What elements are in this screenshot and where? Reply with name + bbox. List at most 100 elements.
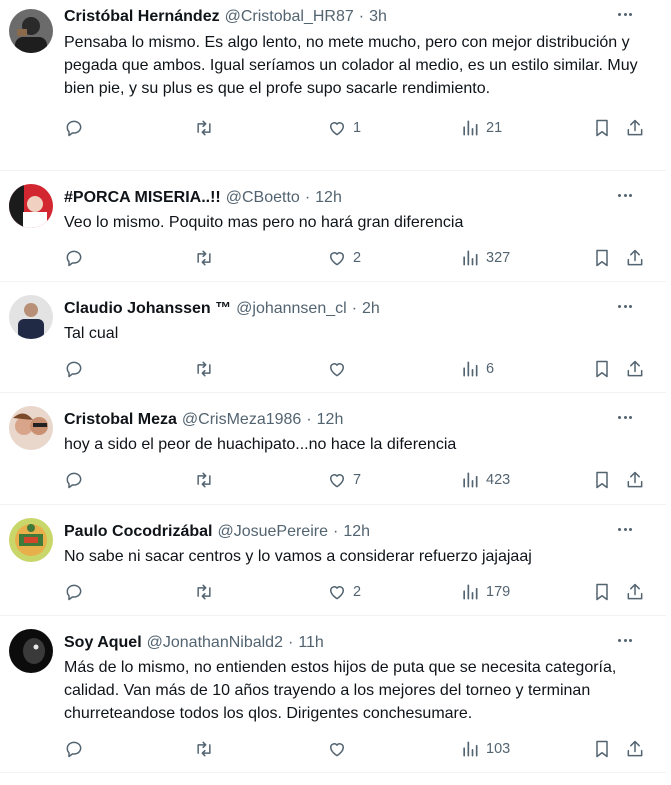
like-button[interactable] [327,737,353,761]
view-count: 21 [486,120,503,136]
tweet-text: Veo lo mismo. Poquito mas pero no hará g… [64,214,464,231]
avatar[interactable] [9,406,53,450]
user-handle[interactable]: @JosuePereire [217,523,328,541]
views-icon [463,472,478,488]
retweet-button[interactable] [194,246,220,270]
separator-dot: · [358,8,365,25]
more-icon[interactable] [614,296,636,316]
reply-icon [66,472,82,489]
more-icon[interactable] [614,4,636,24]
retweet-button[interactable] [194,468,220,492]
reply-tweet[interactable]: Paulo Cocodrizábal @JosuePereire · 12h N… [0,505,666,616]
like-icon [330,363,344,377]
timestamp[interactable]: 2h [362,300,380,318]
retweet-button[interactable] [194,580,220,604]
bookmark-button[interactable] [592,246,612,270]
retweet-button[interactable] [194,116,220,140]
reply-tweet[interactable]: #PORCA MISERIA..!! @CBoetto · 12h Veo lo… [0,171,666,282]
more-icon[interactable] [614,185,636,205]
reply-tweet[interactable]: Cristobal Meza @CrisMeza1986 · 12h hoy a… [0,393,666,505]
reply-button[interactable] [64,468,90,492]
views-icon [463,250,478,266]
like-button[interactable]: 2 [327,580,361,604]
retweet-icon [197,120,211,136]
share-button[interactable] [625,580,645,604]
bookmark-icon [596,471,608,489]
reply-icon [66,250,82,267]
tweet-text: Pensaba lo mismo. Es algo lento, no mete… [64,34,638,97]
bookmark-button[interactable] [592,357,612,381]
more-icon[interactable] [614,630,636,650]
tweet-header: Soy Aquel @JonathanNibald2 · 11h [64,616,656,656]
views-icon [463,120,478,136]
like-button[interactable] [327,357,353,381]
bookmark-button[interactable] [592,468,612,492]
views-button[interactable]: 179 [460,580,510,604]
reply-tweet[interactable]: Soy Aquel @JonathanNibald2 · 11h Más de … [0,616,666,773]
bookmark-button[interactable] [592,116,612,140]
display-name[interactable]: Paulo Cocodrizábal [64,523,212,541]
reply-tweet[interactable]: Claudio Johanssen ™ @johannsen_cl · 2h T… [0,282,666,393]
reply-button[interactable] [64,357,90,381]
user-handle[interactable]: @CBoetto [226,189,300,207]
views-button[interactable]: 6 [460,357,494,381]
more-icon[interactable] [614,519,636,539]
views-button[interactable]: 423 [460,468,510,492]
reply-tweet[interactable]: Cristóbal Hernández @Cristobal_HR87 · 3h… [0,0,666,171]
user-handle[interactable]: @JonathanNibald2 [147,634,283,652]
bookmark-button[interactable] [592,580,612,604]
user-handle[interactable]: @CrisMeza1986 [182,411,301,429]
like-button[interactable]: 1 [327,116,361,140]
avatar[interactable] [9,184,53,228]
timestamp[interactable]: 12h [315,189,342,207]
action-bar: 1 21 [64,106,656,150]
display-name[interactable]: Claudio Johanssen ™ [64,300,231,318]
tweet-text: Tal cual [64,325,119,342]
bookmark-icon [596,119,608,137]
bookmark-icon [596,360,608,378]
reply-button[interactable] [64,580,90,604]
reply-button[interactable] [64,246,90,270]
retweet-button[interactable] [194,737,220,761]
user-handle[interactable]: @Cristobal_HR87 [225,8,354,26]
action-bar: 7 423 [64,458,656,502]
share-button[interactable] [625,357,645,381]
display-name[interactable]: #PORCA MISERIA..!! [64,189,221,207]
reply-feed: Cristóbal Hernández @Cristobal_HR87 · 3h… [0,0,671,773]
display-name[interactable]: Cristobal Meza [64,411,177,429]
timestamp[interactable]: 3h [369,8,387,26]
tweet-header: Cristobal Meza @CrisMeza1986 · 12h [64,393,656,433]
reply-button[interactable] [64,116,90,140]
retweet-icon [197,741,211,757]
timestamp[interactable]: 11h [298,634,324,652]
user-handle[interactable]: @johannsen_cl [236,300,347,318]
avatar[interactable] [9,9,53,53]
retweet-button[interactable] [194,357,220,381]
display-name[interactable]: Cristóbal Hernández [64,8,220,26]
bookmark-button[interactable] [592,737,612,761]
avatar[interactable] [9,518,53,562]
view-count: 327 [486,250,511,266]
like-button[interactable]: 7 [327,468,361,492]
share-button[interactable] [625,246,645,270]
tweet-header: #PORCA MISERIA..!! @CBoetto · 12h [64,171,656,211]
share-button[interactable] [625,116,645,140]
share-button[interactable] [625,737,645,761]
action-bar: 103 [64,727,656,771]
views-button[interactable]: 21 [460,116,502,140]
views-button[interactable]: 327 [460,246,510,270]
reply-button[interactable] [64,737,90,761]
timestamp[interactable]: 12h [343,523,370,541]
like-icon [330,122,344,136]
share-icon [627,740,643,757]
views-button[interactable]: 103 [460,737,510,761]
view-count: 423 [486,472,511,488]
more-icon[interactable] [614,407,636,427]
share-button[interactable] [625,468,645,492]
avatar[interactable] [9,629,53,673]
display-name[interactable]: Soy Aquel [64,634,142,652]
timestamp[interactable]: 12h [317,411,344,429]
action-bar: 2 179 [64,570,656,614]
avatar[interactable] [9,295,53,339]
like-button[interactable]: 2 [327,246,361,270]
